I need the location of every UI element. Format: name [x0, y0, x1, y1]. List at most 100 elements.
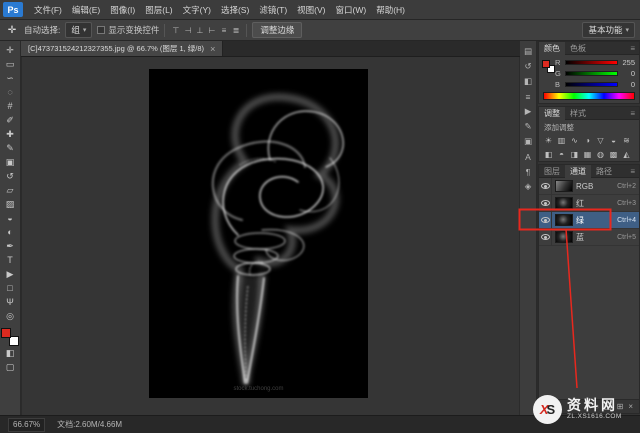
- adj-black-white-icon[interactable]: ◧: [542, 148, 555, 161]
- crop-tool-icon[interactable]: #: [0, 99, 21, 113]
- mini-color-swatches[interactable]: [542, 60, 555, 73]
- info-panel-icon[interactable]: ≡: [520, 89, 537, 104]
- align-vertical-centers-icon[interactable]: ⊣: [182, 24, 193, 37]
- channel-row-red[interactable]: 红 Ctrl+3: [539, 195, 639, 212]
- hand-tool-icon[interactable]: Ψ: [0, 295, 21, 309]
- blur-tool-icon[interactable]: ◒: [0, 211, 21, 225]
- color-swatches[interactable]: [1, 328, 19, 346]
- menu-file[interactable]: 文件(F): [29, 4, 67, 16]
- adj-photo-filter-icon[interactable]: ◓: [555, 148, 568, 161]
- quick-mask-icon[interactable]: ◧: [0, 346, 21, 360]
- panel-menu-icon[interactable]: ≡: [626, 167, 639, 176]
- menu-view[interactable]: 视图(V): [292, 4, 330, 16]
- menu-filter[interactable]: 滤镜(T): [254, 4, 292, 16]
- tab-layers[interactable]: 图层: [539, 165, 565, 178]
- menu-edit[interactable]: 编辑(E): [67, 4, 105, 16]
- canvas-area[interactable]: stock.tuchong.com: [22, 57, 519, 415]
- tab-color[interactable]: 颜色: [539, 42, 565, 55]
- align-right-edges-icon[interactable]: ≣: [230, 24, 241, 37]
- properties-panel-icon[interactable]: ◧: [520, 74, 537, 89]
- clone-stamp-tool-icon[interactable]: ▣: [0, 155, 21, 169]
- actions-panel-icon[interactable]: ▶: [520, 104, 537, 119]
- brush-tool-icon[interactable]: ✎: [0, 141, 21, 155]
- green-slider[interactable]: [565, 71, 618, 76]
- adj-curves-icon[interactable]: ∿: [568, 134, 581, 147]
- healing-brush-tool-icon[interactable]: ✚: [0, 127, 21, 141]
- path-selection-tool-icon[interactable]: ▶: [0, 267, 21, 281]
- history-panel-icon[interactable]: ↺: [520, 59, 537, 74]
- blue-value[interactable]: 0: [621, 80, 635, 89]
- brush-panel-icon[interactable]: ✎: [520, 119, 537, 134]
- paragraph-panel-icon[interactable]: ¶: [520, 164, 537, 179]
- align-left-edges-icon[interactable]: ⊢: [206, 24, 217, 37]
- adj-channel-mixer-icon[interactable]: ◨: [568, 148, 581, 161]
- channel-row-blue[interactable]: 蓝 Ctrl+5: [539, 229, 639, 246]
- tab-adjustments[interactable]: 调整: [539, 107, 565, 120]
- menu-type[interactable]: 文字(Y): [178, 4, 216, 16]
- marquee-tool-icon[interactable]: ▭: [0, 57, 21, 71]
- adj-levels-icon[interactable]: ▥: [555, 134, 568, 147]
- lasso-tool-icon[interactable]: ∽: [0, 71, 21, 85]
- document-tab[interactable]: [C]473731524212327355.jpg @ 66.7% (图层 1,…: [21, 41, 223, 56]
- visibility-toggle[interactable]: [539, 178, 552, 195]
- dodge-tool-icon[interactable]: ◐: [0, 225, 21, 239]
- tab-swatches[interactable]: 色板: [565, 42, 591, 55]
- workspace-switcher[interactable]: 基本功能 ▾: [582, 22, 635, 38]
- quick-selection-tool-icon[interactable]: ◌: [0, 85, 21, 99]
- visibility-toggle[interactable]: [539, 212, 552, 229]
- green-value[interactable]: 0: [621, 69, 635, 78]
- adj-hue-saturation-icon[interactable]: ◒: [607, 134, 620, 147]
- history-brush-tool-icon[interactable]: ↺: [0, 169, 21, 183]
- adj-posterize-icon[interactable]: ▩: [607, 148, 620, 161]
- align-horizontal-centers-icon[interactable]: ≡: [218, 24, 229, 37]
- adj-color-lookup-icon[interactable]: ▦: [581, 148, 594, 161]
- menu-layer[interactable]: 图层(L): [140, 4, 177, 16]
- panel-menu-icon[interactable]: ≡: [626, 109, 639, 118]
- align-bottom-edges-icon[interactable]: ⊥: [194, 24, 205, 37]
- shape-tool-icon[interactable]: □: [0, 281, 21, 295]
- menu-window[interactable]: 窗口(W): [331, 4, 372, 16]
- type-tool-icon[interactable]: T: [0, 253, 21, 267]
- channel-row-green[interactable]: 绿 Ctrl+4: [539, 212, 639, 229]
- gradient-tool-icon[interactable]: ▨: [0, 197, 21, 211]
- align-top-edges-icon[interactable]: ⊤: [170, 24, 181, 37]
- eraser-tool-icon[interactable]: ▱: [0, 183, 21, 197]
- red-value[interactable]: 255: [621, 58, 635, 67]
- adj-brightness-contrast-icon[interactable]: ☀: [542, 134, 555, 147]
- menu-select[interactable]: 选择(S): [216, 4, 254, 16]
- screen-mode-icon[interactable]: ▢: [0, 360, 21, 374]
- blue-slider[interactable]: [565, 82, 618, 87]
- foreground-color-swatch[interactable]: [1, 328, 11, 338]
- checkbox-icon: [97, 26, 105, 34]
- character-panel-icon[interactable]: A: [520, 149, 537, 164]
- panel-menu-icon[interactable]: ≡: [626, 44, 639, 53]
- navigator-panel-icon[interactable]: ◈: [520, 179, 537, 194]
- adj-exposure-icon[interactable]: ◑: [581, 134, 594, 147]
- menu-image[interactable]: 图像(I): [105, 4, 140, 16]
- refine-edge-button[interactable]: 调整边缘: [252, 22, 302, 38]
- menu-help[interactable]: 帮助(H): [371, 4, 410, 16]
- adj-invert-icon[interactable]: ◍: [594, 148, 607, 161]
- red-slider[interactable]: [565, 60, 618, 65]
- color-spectrum-ramp[interactable]: [543, 92, 635, 100]
- zoom-level-field[interactable]: 66.67%: [8, 418, 45, 432]
- close-tab-icon[interactable]: ×: [210, 44, 215, 54]
- tab-styles[interactable]: 样式: [565, 107, 591, 120]
- zoom-tool-icon[interactable]: ◎: [0, 309, 21, 323]
- move-tool-icon[interactable]: ✛: [0, 43, 21, 57]
- mini-bridge-panel-icon[interactable]: ▤: [520, 44, 537, 59]
- tab-paths[interactable]: 路径: [591, 165, 617, 178]
- show-transform-checkbox[interactable]: 显示变换控件: [97, 24, 159, 36]
- adj-threshold-icon[interactable]: ◭: [620, 148, 633, 161]
- clone-source-panel-icon[interactable]: ▣: [520, 134, 537, 149]
- visibility-toggle[interactable]: [539, 195, 552, 212]
- auto-select-dropdown[interactable]: 组 ▾: [65, 22, 92, 38]
- eyedropper-tool-icon[interactable]: ✐: [0, 113, 21, 127]
- adj-vibrance-icon[interactable]: ▽: [594, 134, 607, 147]
- channel-row-rgb[interactable]: RGB Ctrl+2: [539, 178, 639, 195]
- tab-channels[interactable]: 通道: [565, 165, 591, 178]
- adj-color-balance-icon[interactable]: ≋: [620, 134, 633, 147]
- pen-tool-icon[interactable]: ✒: [0, 239, 21, 253]
- visibility-toggle[interactable]: [539, 229, 552, 246]
- mini-foreground-swatch[interactable]: [542, 60, 550, 68]
